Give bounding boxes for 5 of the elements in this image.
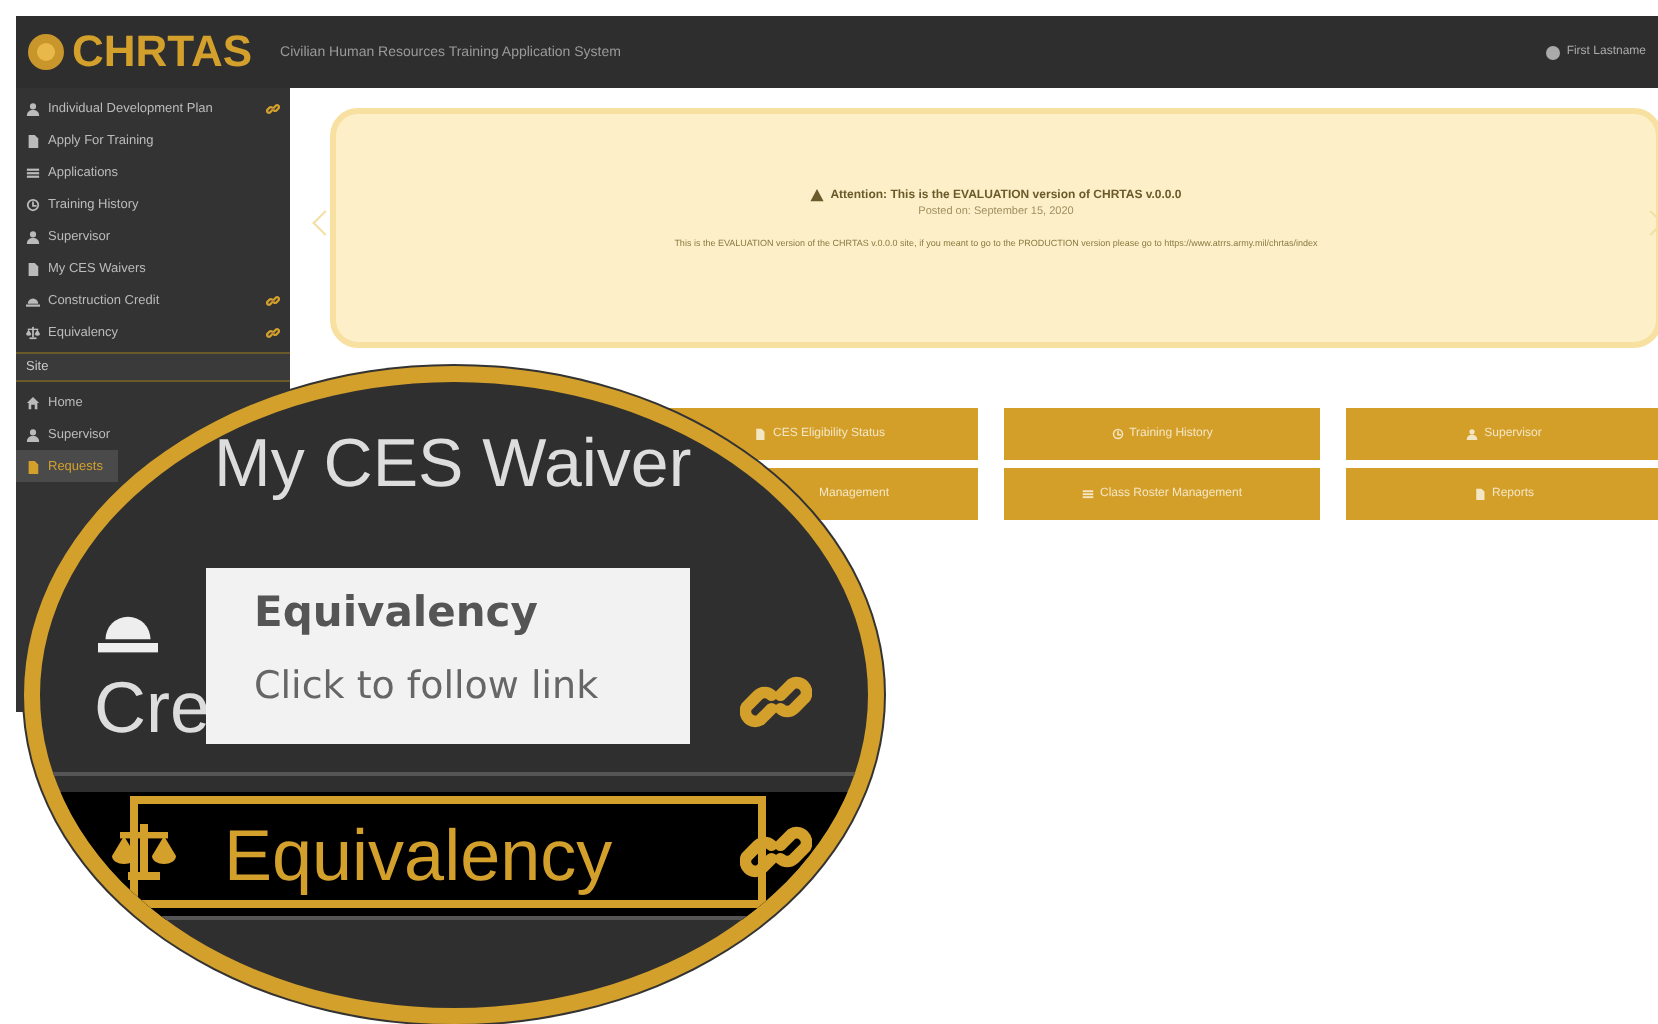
magnified-menu-item[interactable]: Cre bbox=[94, 666, 211, 750]
tooltip-text: Click to follow link bbox=[254, 664, 601, 708]
app-logo[interactable]: CHRTAS bbox=[72, 26, 253, 78]
magnified-menu-item[interactable]: Equivalency bbox=[224, 814, 613, 898]
tooltip-title: Equivalency bbox=[254, 588, 540, 636]
